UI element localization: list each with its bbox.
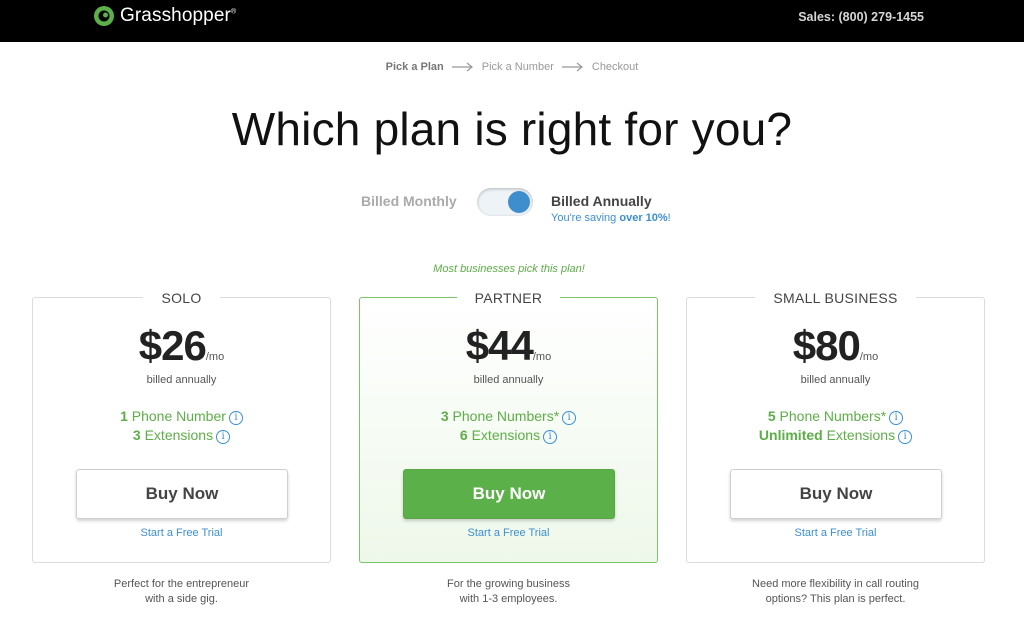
buy-now-button[interactable]: Buy Now	[76, 469, 288, 519]
feature-extensions: 6 Extensions i	[360, 427, 657, 444]
billing-period: billed annually	[800, 374, 871, 386]
free-trial-link[interactable]: Start a Free Trial	[687, 527, 984, 539]
logo-text: Grasshopper®	[120, 5, 237, 26]
plan-description-solo: Perfect for the entrepreneur with a side …	[113, 578, 250, 605]
feature-phone-numbers: 1 Phone Number i	[33, 408, 330, 425]
plan-description-partner: For the growing business with 1-3 employe…	[447, 578, 570, 605]
arrow-right-icon	[451, 62, 473, 72]
plan-card-partner: PARTNER $44/mo billed annually 3 Phone N…	[359, 289, 658, 563]
plan-card-solo: SOLO $26/mo billed annually 1 Phone Numb…	[32, 289, 331, 563]
plan-price: $80/mo	[792, 322, 879, 369]
plan-name: PARTNER	[456, 289, 561, 307]
info-icon[interactable]: i	[228, 411, 243, 425]
page-title: Which plan is right for you?	[231, 103, 793, 155]
info-icon[interactable]: i	[216, 430, 231, 444]
feature-extensions: Unlimited Extensions i	[687, 427, 984, 444]
sales-phone[interactable]: Sales: (800) 279-1455	[798, 10, 924, 24]
billing-period: billed annually	[146, 374, 217, 386]
billing-toggle[interactable]	[477, 188, 533, 216]
arrow-right-icon	[561, 62, 583, 72]
grasshopper-logo-icon	[94, 6, 114, 26]
top-bar: Grasshopper® Sales: (800) 279-1455	[0, 0, 1024, 42]
billing-period: billed annually	[473, 374, 544, 386]
buy-now-button[interactable]: Buy Now	[403, 469, 615, 519]
checkout-steps: Pick a Plan Pick a Number Checkout	[0, 61, 1024, 73]
plan-price: $26/mo	[138, 322, 225, 369]
info-icon[interactable]: i	[898, 430, 913, 444]
info-icon[interactable]: i	[889, 411, 904, 425]
plan-name: SMALL BUSINESS	[755, 289, 916, 307]
step-checkout: Checkout	[591, 61, 639, 73]
free-trial-link[interactable]: Start a Free Trial	[33, 527, 330, 539]
feature-phone-numbers: 3 Phone Numbers* i	[360, 408, 657, 425]
feature-extensions: 3 Extensions i	[33, 427, 330, 444]
featured-plan-note: Most businesses pick this plan!	[433, 263, 585, 275]
plan-description-small-business: Need more flexibility in call routing opt…	[752, 578, 919, 605]
billed-annually-label[interactable]: Billed Annually	[551, 193, 652, 209]
billed-monthly-label[interactable]: Billed Monthly	[361, 193, 457, 209]
plan-card-small-business: SMALL BUSINESS $80/mo billed annually 5 …	[686, 289, 985, 563]
info-icon[interactable]: i	[562, 411, 577, 425]
free-trial-link[interactable]: Start a Free Trial	[360, 527, 657, 539]
buy-now-button[interactable]: Buy Now	[730, 469, 942, 519]
toggle-knob	[508, 191, 530, 213]
logo[interactable]: Grasshopper®	[92, 2, 236, 30]
step-pick-number: Pick a Number	[481, 61, 554, 73]
plan-name: SOLO	[143, 289, 220, 307]
info-icon[interactable]: i	[543, 430, 558, 444]
savings-note: You're saving over 10%!	[551, 212, 671, 224]
step-pick-plan: Pick a Plan	[385, 61, 444, 73]
feature-phone-numbers: 5 Phone Numbers* i	[687, 408, 984, 425]
plan-price: $44/mo	[465, 322, 552, 369]
